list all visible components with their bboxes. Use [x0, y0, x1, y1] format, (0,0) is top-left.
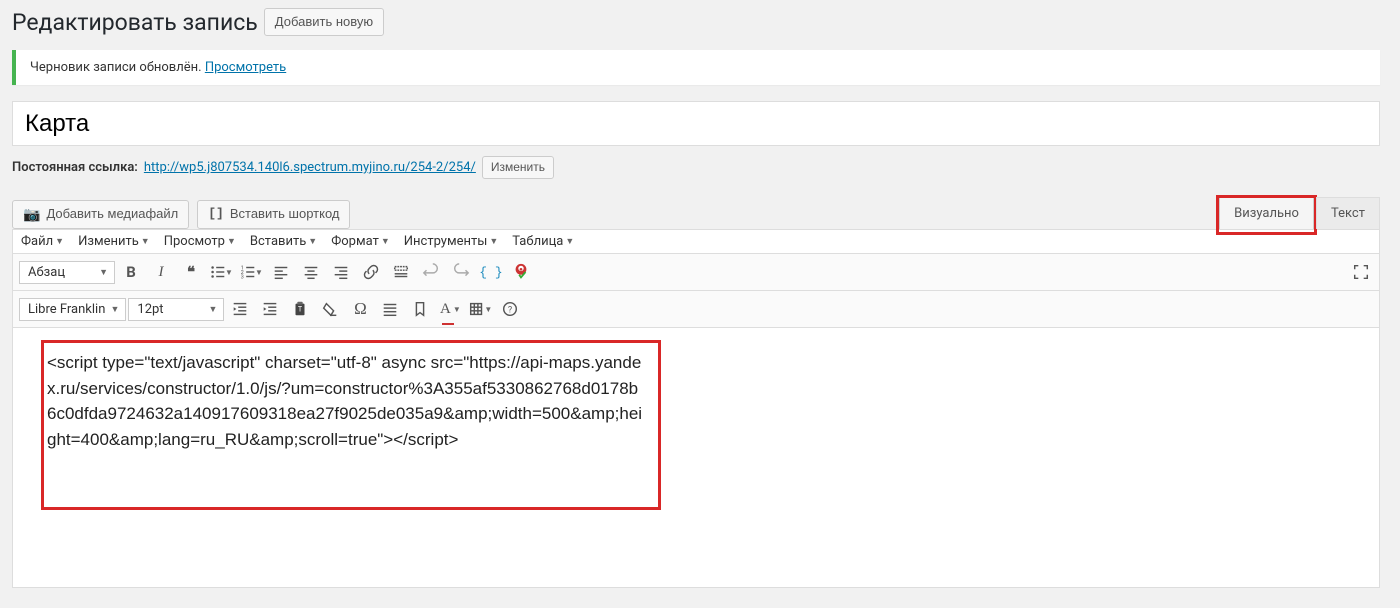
chevron-down-icon: ▼	[110, 304, 119, 315]
font-family-label: Libre Franklin	[28, 302, 105, 317]
insert-template-button[interactable]: { }	[477, 258, 505, 286]
italic-button[interactable]: I	[147, 258, 175, 286]
brackets-icon: []	[208, 205, 224, 223]
special-char-button[interactable]: Ω	[346, 295, 374, 323]
tab-text[interactable]: Текст	[1316, 197, 1380, 229]
format-select[interactable]: Абзац ▼	[19, 261, 115, 284]
editor-menubar: Файл ▼ Изменить ▼ Просмотр ▼ Вставить ▼ Форм…	[12, 229, 1380, 254]
number-list-button[interactable]: 123 ▼	[237, 258, 265, 286]
chevron-down-icon: ▼	[565, 236, 574, 247]
more-button[interactable]	[387, 258, 415, 286]
chevron-down-icon: ▼	[484, 305, 492, 314]
tab-text-label: Текст	[1331, 206, 1365, 221]
tab-visual[interactable]: Визуально	[1219, 197, 1314, 229]
add-media-label: Добавить медиафайл	[46, 205, 178, 223]
chevron-down-icon: ▼	[208, 304, 217, 315]
font-family-select[interactable]: Libre Franklin ▼	[19, 298, 126, 321]
undo-button[interactable]	[417, 258, 445, 286]
menu-таблица[interactable]: Таблица ▼	[512, 234, 574, 249]
editor-content-area[interactable]: <script type="text/javascript" charset="…	[12, 328, 1380, 588]
svg-text:3: 3	[241, 274, 244, 280]
menu-формат[interactable]: Формат ▼	[331, 234, 390, 249]
svg-text:T: T	[298, 305, 303, 314]
blockquote-button[interactable]: ❝	[177, 258, 205, 286]
chevron-down-icon: ▼	[55, 236, 64, 247]
redo-button[interactable]	[447, 258, 475, 286]
bookmark-button[interactable]	[406, 295, 434, 323]
tab-visual-label: Визуально	[1234, 206, 1299, 221]
editor-toolbar-1: Абзац ▼ B I ❝ ▼ 123 ▼ { }	[12, 254, 1380, 291]
text-color-button[interactable]: A ▼	[436, 295, 464, 323]
add-new-button[interactable]: Добавить новую	[264, 8, 384, 36]
chevron-down-icon: ▼	[308, 236, 317, 247]
editor-toolbar-2: Libre Franklin ▼ 12pt ▼ T Ω A ▼ ▼	[12, 291, 1380, 328]
chevron-down-icon: ▼	[227, 236, 236, 247]
notice-text: Черновик записи обновлён.	[30, 60, 202, 75]
table-button[interactable]: ▼	[466, 295, 494, 323]
outdent-button[interactable]	[226, 295, 254, 323]
format-select-label: Абзац	[28, 265, 65, 280]
page-title: Редактировать запись	[12, 9, 258, 36]
chevron-down-icon: ▼	[225, 268, 233, 277]
chevron-down-icon: ▼	[141, 236, 150, 247]
permalink-edit-button[interactable]: Изменить	[482, 156, 554, 179]
add-media-button[interactable]: 📷 Добавить медиафайл	[12, 200, 189, 230]
indent-button[interactable]	[256, 295, 284, 323]
fullscreen-button[interactable]	[1347, 258, 1375, 286]
post-title-input[interactable]	[12, 101, 1380, 146]
color-swatch	[442, 323, 454, 325]
menu-вставить[interactable]: Вставить ▼	[250, 234, 317, 249]
notice-success: Черновик записи обновлён. Просмотреть	[12, 50, 1380, 85]
permalink-url[interactable]: http://wp5.j807534.140l6.spectrum.myjino…	[144, 160, 476, 175]
chevron-down-icon: ▼	[381, 236, 390, 247]
menu-изменить[interactable]: Изменить ▼	[78, 234, 150, 249]
clear-format-button[interactable]	[316, 295, 344, 323]
font-size-label: 12pt	[137, 302, 163, 317]
chevron-down-icon: ▼	[489, 236, 498, 247]
camera-icon: 📷	[23, 205, 40, 225]
justify-button[interactable]	[376, 295, 404, 323]
permalink-label: Постоянная ссылка:	[12, 160, 138, 175]
svg-text:?: ?	[508, 306, 512, 316]
menu-просмотр[interactable]: Просмотр ▼	[164, 234, 236, 249]
bold-button[interactable]: B	[117, 258, 145, 286]
highlight-content	[41, 340, 661, 510]
notice-view-link[interactable]: Просмотреть	[205, 60, 286, 75]
font-size-select[interactable]: 12pt ▼	[128, 298, 224, 321]
chevron-down-icon: ▼	[453, 305, 461, 314]
align-left-button[interactable]	[267, 258, 295, 286]
spellcheck-button[interactable]	[507, 258, 535, 286]
bullet-list-button[interactable]: ▼	[207, 258, 235, 286]
insert-shortcode-label: Вставить шорткод	[230, 205, 340, 223]
chevron-down-icon: ▼	[99, 267, 108, 278]
help-button[interactable]: ?	[496, 295, 524, 323]
align-center-button[interactable]	[297, 258, 325, 286]
chevron-down-icon: ▼	[255, 268, 263, 277]
align-right-button[interactable]	[327, 258, 355, 286]
link-button[interactable]	[357, 258, 385, 286]
paste-button[interactable]: T	[286, 295, 314, 323]
menu-файл[interactable]: Файл ▼	[21, 234, 64, 249]
menu-инструменты[interactable]: Инструменты ▼	[404, 234, 499, 249]
insert-shortcode-button[interactable]: [] Вставить шорткод	[197, 200, 350, 230]
